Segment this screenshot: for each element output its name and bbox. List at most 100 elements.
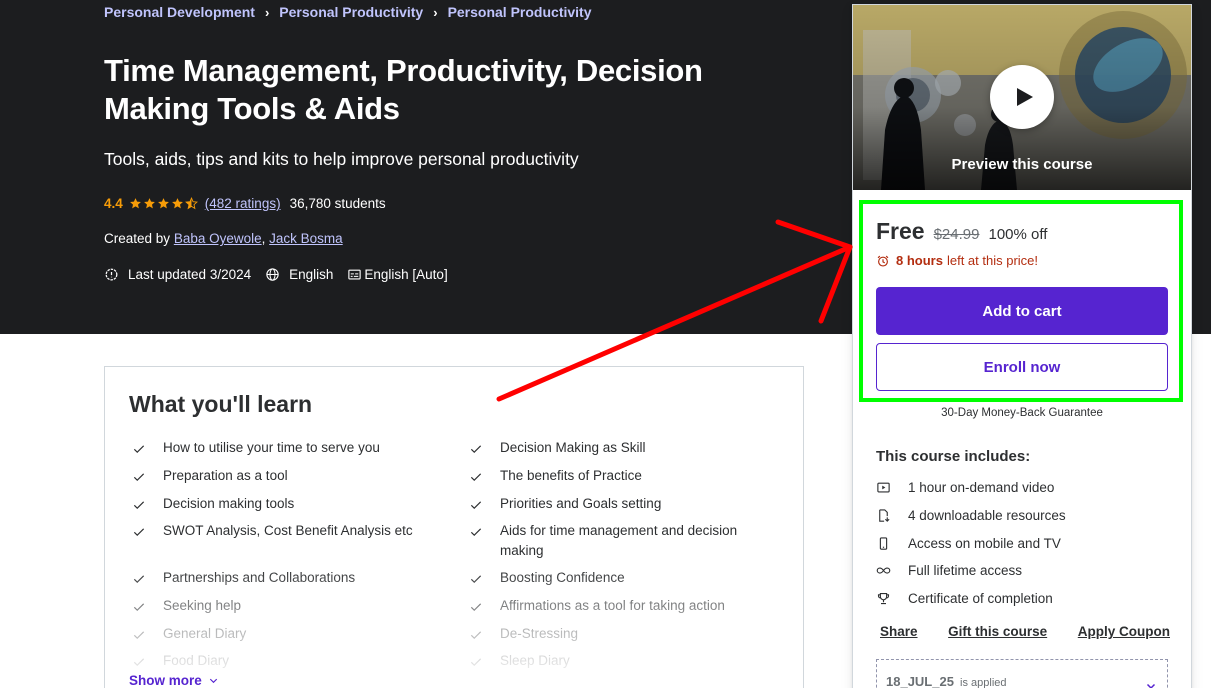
- apply-coupon-link[interactable]: Apply Coupon: [1078, 624, 1170, 639]
- globe-icon: [266, 268, 279, 281]
- learn-item: How to utilise your time to serve you: [132, 438, 432, 458]
- page-title: Time Management, Productivity, Decision …: [104, 53, 703, 126]
- learn-item-text: Affirmations as a tool for taking action: [500, 598, 725, 613]
- author-link[interactable]: Baba Oyewole: [174, 231, 262, 246]
- learn-item-text: The benefits of Practice: [500, 468, 642, 483]
- learn-item-text: Priorities and Goals setting: [500, 496, 662, 511]
- coupon-code: 18_JUL_25: [886, 674, 954, 688]
- created-by: Created by Baba Oyewole, Jack Bosma: [104, 231, 343, 246]
- close-icon[interactable]: [1145, 682, 1157, 688]
- trophy-icon: [877, 592, 890, 605]
- course-subtitle: Tools, aids, tips and kits to help impro…: [104, 149, 579, 169]
- check-icon: [133, 631, 145, 640]
- learn-item: Preparation as a tool: [132, 466, 432, 486]
- learn-item: The benefits of Practice: [469, 466, 769, 486]
- learn-item-text: SWOT Analysis, Cost Benefit Analysis etc: [163, 523, 413, 538]
- check-icon: [470, 445, 482, 454]
- add-to-cart-button[interactable]: Add to cart: [876, 287, 1168, 335]
- include-item: Certificate of completion: [876, 591, 1053, 606]
- breadcrumb-item[interactable]: Personal Productivity: [279, 4, 423, 20]
- sidebar-actions: Share Gift this course Apply Coupon: [880, 624, 1170, 639]
- learn-item: Food Diary: [132, 651, 432, 671]
- learn-item: Aids for time management and decision ma…: [469, 521, 769, 561]
- include-item-text: 1 hour on-demand video: [908, 480, 1055, 495]
- learn-item: Seeking help: [132, 596, 432, 616]
- enroll-now-button[interactable]: Enroll now: [876, 343, 1168, 391]
- price-timer: 8 hours left at this price!: [876, 253, 1038, 268]
- applied-coupon: 18_JUL_25 is applied: [876, 659, 1168, 688]
- coupon-applied-text: is applied: [960, 677, 1007, 688]
- star-icon: [143, 198, 155, 209]
- price-row: Free $24.99 100% off: [876, 218, 1047, 245]
- check-icon: [133, 445, 145, 454]
- check-icon: [133, 575, 145, 584]
- captions-text: English [Auto]: [364, 267, 448, 282]
- include-item: Full lifetime access: [876, 563, 1022, 578]
- current-price: Free: [876, 218, 925, 244]
- check-icon: [470, 631, 482, 640]
- author-separator: ,: [261, 231, 266, 246]
- learn-item: Decision making tools: [132, 494, 432, 514]
- check-icon: [133, 528, 145, 537]
- coupon-text: 18_JUL_25 is applied: [886, 674, 1007, 688]
- includes-title: This course includes:: [876, 448, 1031, 465]
- include-item-text: 4 downloadable resources: [908, 508, 1066, 523]
- breadcrumb-item[interactable]: Personal Productivity: [448, 4, 592, 20]
- preview-label: Preview this course: [951, 156, 1093, 173]
- include-item: Access on mobile and TV: [876, 536, 1061, 551]
- learn-item-text: Seeking help: [163, 598, 242, 613]
- rating-value: 4.4: [104, 196, 123, 211]
- learn-item: SWOT Analysis, Cost Benefit Analysis etc: [132, 521, 432, 541]
- learn-item-text: General Diary: [163, 626, 247, 641]
- what-youll-learn: What you'll learn How to utilise your ti…: [104, 366, 804, 688]
- language-text: English: [289, 267, 334, 282]
- course-captions: English [Auto]: [347, 267, 448, 282]
- learn-item-text: Preparation as a tool: [163, 468, 288, 483]
- include-item-text: Access on mobile and TV: [908, 536, 1061, 551]
- learn-item: Priorities and Goals setting: [469, 494, 769, 514]
- check-icon: [470, 473, 482, 482]
- ratings-count-link[interactable]: (482 ratings): [205, 196, 281, 211]
- alarm-clock-icon: [877, 255, 889, 267]
- show-more-button[interactable]: Show more: [129, 673, 219, 688]
- check-icon: [133, 658, 145, 667]
- chevron-right-icon: ›: [433, 4, 438, 20]
- include-item: 4 downloadable resources: [876, 508, 1066, 523]
- learn-item-text: De-Stressing: [500, 626, 579, 641]
- learn-item: Affirmations as a tool for taking action: [469, 596, 769, 616]
- include-item-text: Full lifetime access: [908, 563, 1023, 578]
- share-link[interactable]: Share: [880, 624, 918, 639]
- learn-item-text: How to utilise your time to serve you: [163, 440, 380, 455]
- include-item-text: Certificate of completion: [908, 591, 1053, 606]
- check-icon: [133, 501, 145, 510]
- include-item: 1 hour on-demand video: [876, 480, 1054, 495]
- check-icon: [133, 473, 145, 482]
- check-icon: [470, 528, 482, 537]
- mobile-icon: [879, 537, 888, 550]
- chevron-down-icon: [209, 678, 217, 684]
- learn-item-text: Boosting Confidence: [500, 570, 625, 585]
- author-link[interactable]: Jack Bosma: [269, 231, 343, 246]
- learn-item: Boosting Confidence: [469, 568, 769, 588]
- check-icon: [470, 501, 482, 510]
- half-star-icon: [184, 197, 198, 210]
- check-icon: [470, 658, 482, 667]
- course-meta: Last updated 3/2024 English English [Aut…: [104, 267, 462, 282]
- infinity-icon: [876, 567, 891, 574]
- star-icon: [129, 198, 141, 209]
- play-button[interactable]: [990, 65, 1054, 129]
- star-icon: [171, 198, 183, 209]
- gift-course-link[interactable]: Gift this course: [948, 624, 1047, 639]
- discount-percent: 100% off: [988, 226, 1048, 243]
- breadcrumb-item[interactable]: Personal Development: [104, 4, 255, 20]
- learn-item-text: Decision making tools: [163, 496, 295, 511]
- breadcrumb: Personal Development › Personal Producti…: [104, 4, 592, 20]
- check-icon: [133, 603, 145, 612]
- alert-badge-icon: [105, 268, 118, 281]
- learn-item: Sleep Diary: [469, 651, 769, 671]
- closed-captions-icon: [348, 269, 362, 280]
- course-preview[interactable]: Preview this course: [853, 5, 1191, 190]
- section-title: What you'll learn: [129, 391, 313, 417]
- show-more-label: Show more: [129, 673, 202, 688]
- learn-item: De-Stressing: [469, 624, 769, 644]
